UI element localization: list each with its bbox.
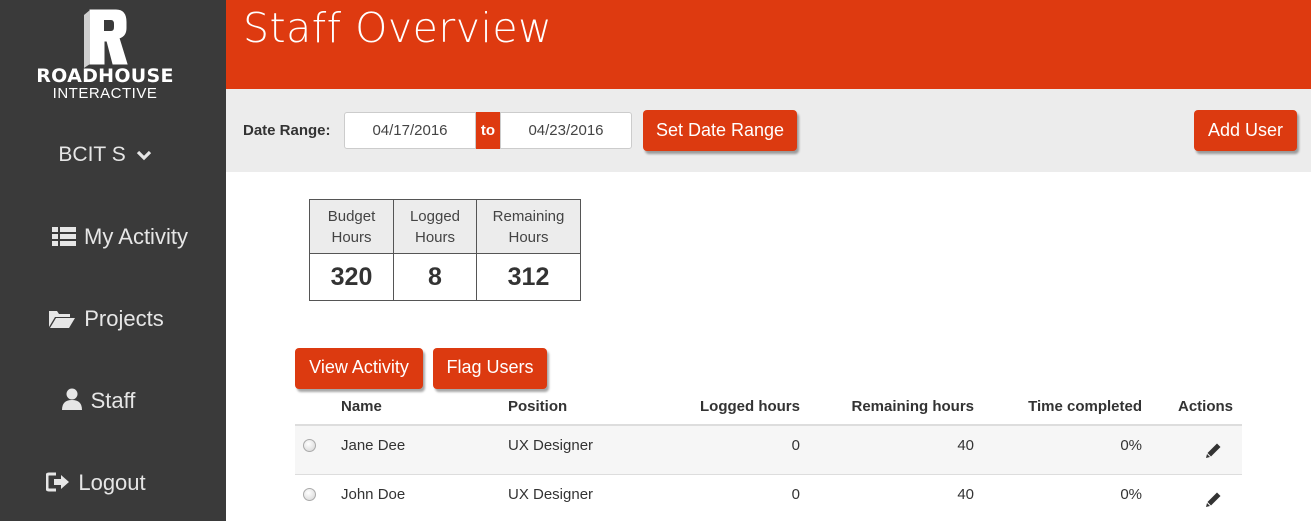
staff-time-completed: 0% <box>1120 437 1142 454</box>
row-select-radio[interactable] <box>303 439 316 452</box>
staff-name: Jane Dee <box>341 437 406 454</box>
budget-hours-header: Budget Hours <box>309 199 394 254</box>
staff-table: Name Position Logged hours Remaining hou… <box>295 388 1242 521</box>
user-icon <box>61 388 82 410</box>
nav-my-activity-label: My Activity <box>84 224 188 249</box>
nav-projects[interactable]: Projects <box>0 306 226 332</box>
sidebar: ROADHOUSE INTERACTIVE BCIT S My Activity… <box>0 0 226 521</box>
brand-name: ROADHOUSE <box>36 65 174 87</box>
logged-hours-value: 8 <box>393 253 477 301</box>
nav-staff-label: Staff <box>90 388 136 413</box>
nav-staff[interactable]: Staff <box>0 388 218 414</box>
start-date-input[interactable]: 04/17/2016 <box>344 112 476 149</box>
column-time-completed[interactable]: Time completed <box>1028 388 1142 426</box>
brand-subtitle: INTERACTIVE <box>52 85 158 102</box>
budget-hours-value: 320 <box>309 253 394 301</box>
column-position[interactable]: Position <box>508 388 567 426</box>
column-actions: Actions <box>1177 398 1233 415</box>
date-range-toolbar: Date Range: 04/17/2016 to 04/23/2016 Set… <box>226 89 1311 172</box>
staff-remaining-hours: 40 <box>957 486 974 503</box>
sign-out-icon <box>45 472 70 492</box>
row-select-radio[interactable] <box>303 488 316 501</box>
edit-icon[interactable] <box>1205 442 1222 459</box>
hours-summary-table: Budget Hours Logged Hours Remaining Hours 3… <box>309 199 581 301</box>
end-date-input[interactable]: 04/23/2016 <box>500 112 632 149</box>
list-icon <box>52 227 77 246</box>
column-remaining-hours[interactable]: Remaining hours <box>851 388 974 426</box>
staff-time-completed: 0% <box>1120 486 1142 503</box>
brand-logo[interactable]: ROADHOUSE INTERACTIVE <box>0 6 210 101</box>
nav-my-activity[interactable]: My Activity <box>0 224 240 250</box>
staff-name: John Doe <box>341 486 406 503</box>
folder-open-icon <box>49 311 76 328</box>
remaining-hours-header: Remaining Hours <box>476 199 581 254</box>
page-header: Staff Overview <box>226 0 1311 89</box>
nav-projects-label: Projects <box>84 306 164 331</box>
user-menu-label: BCIT S <box>58 143 126 166</box>
staff-table-header: Name Position Logged hours Remaining hou… <box>295 388 1242 426</box>
table-row[interactable]: John Doe UX Designer 0 40 0% <box>295 475 1242 521</box>
set-date-range-button[interactable]: Set Date Range <box>643 110 797 151</box>
staff-logged-hours: 0 <box>791 486 800 503</box>
roadhouse-logo-icon <box>84 9 128 68</box>
user-menu-toggle[interactable]: BCIT S <box>0 143 210 167</box>
add-user-button[interactable]: Add User <box>1194 110 1297 151</box>
table-row[interactable]: Jane Dee UX Designer 0 40 0% <box>295 426 1242 475</box>
staff-position: UX Designer <box>508 486 594 503</box>
edit-icon[interactable] <box>1205 491 1222 508</box>
logged-hours-header: Logged Hours <box>393 199 477 254</box>
page-title: Staff Overview <box>243 4 553 52</box>
remaining-hours-value: 312 <box>476 253 581 301</box>
staff-remaining-hours: 40 <box>957 437 974 454</box>
nav-logout[interactable]: Logout <box>0 470 216 496</box>
flag-users-button[interactable]: Flag Users <box>433 348 547 389</box>
date-range-separator: to <box>476 112 500 149</box>
column-logged-hours[interactable]: Logged hours <box>700 388 800 426</box>
chevron-down-icon <box>136 151 151 161</box>
staff-position: UX Designer <box>508 437 594 454</box>
view-activity-button[interactable]: View Activity <box>295 348 423 389</box>
column-name[interactable]: Name <box>341 388 382 426</box>
nav-logout-label: Logout <box>78 470 146 495</box>
date-range-label: Date Range: <box>243 122 331 139</box>
staff-logged-hours: 0 <box>791 437 800 454</box>
